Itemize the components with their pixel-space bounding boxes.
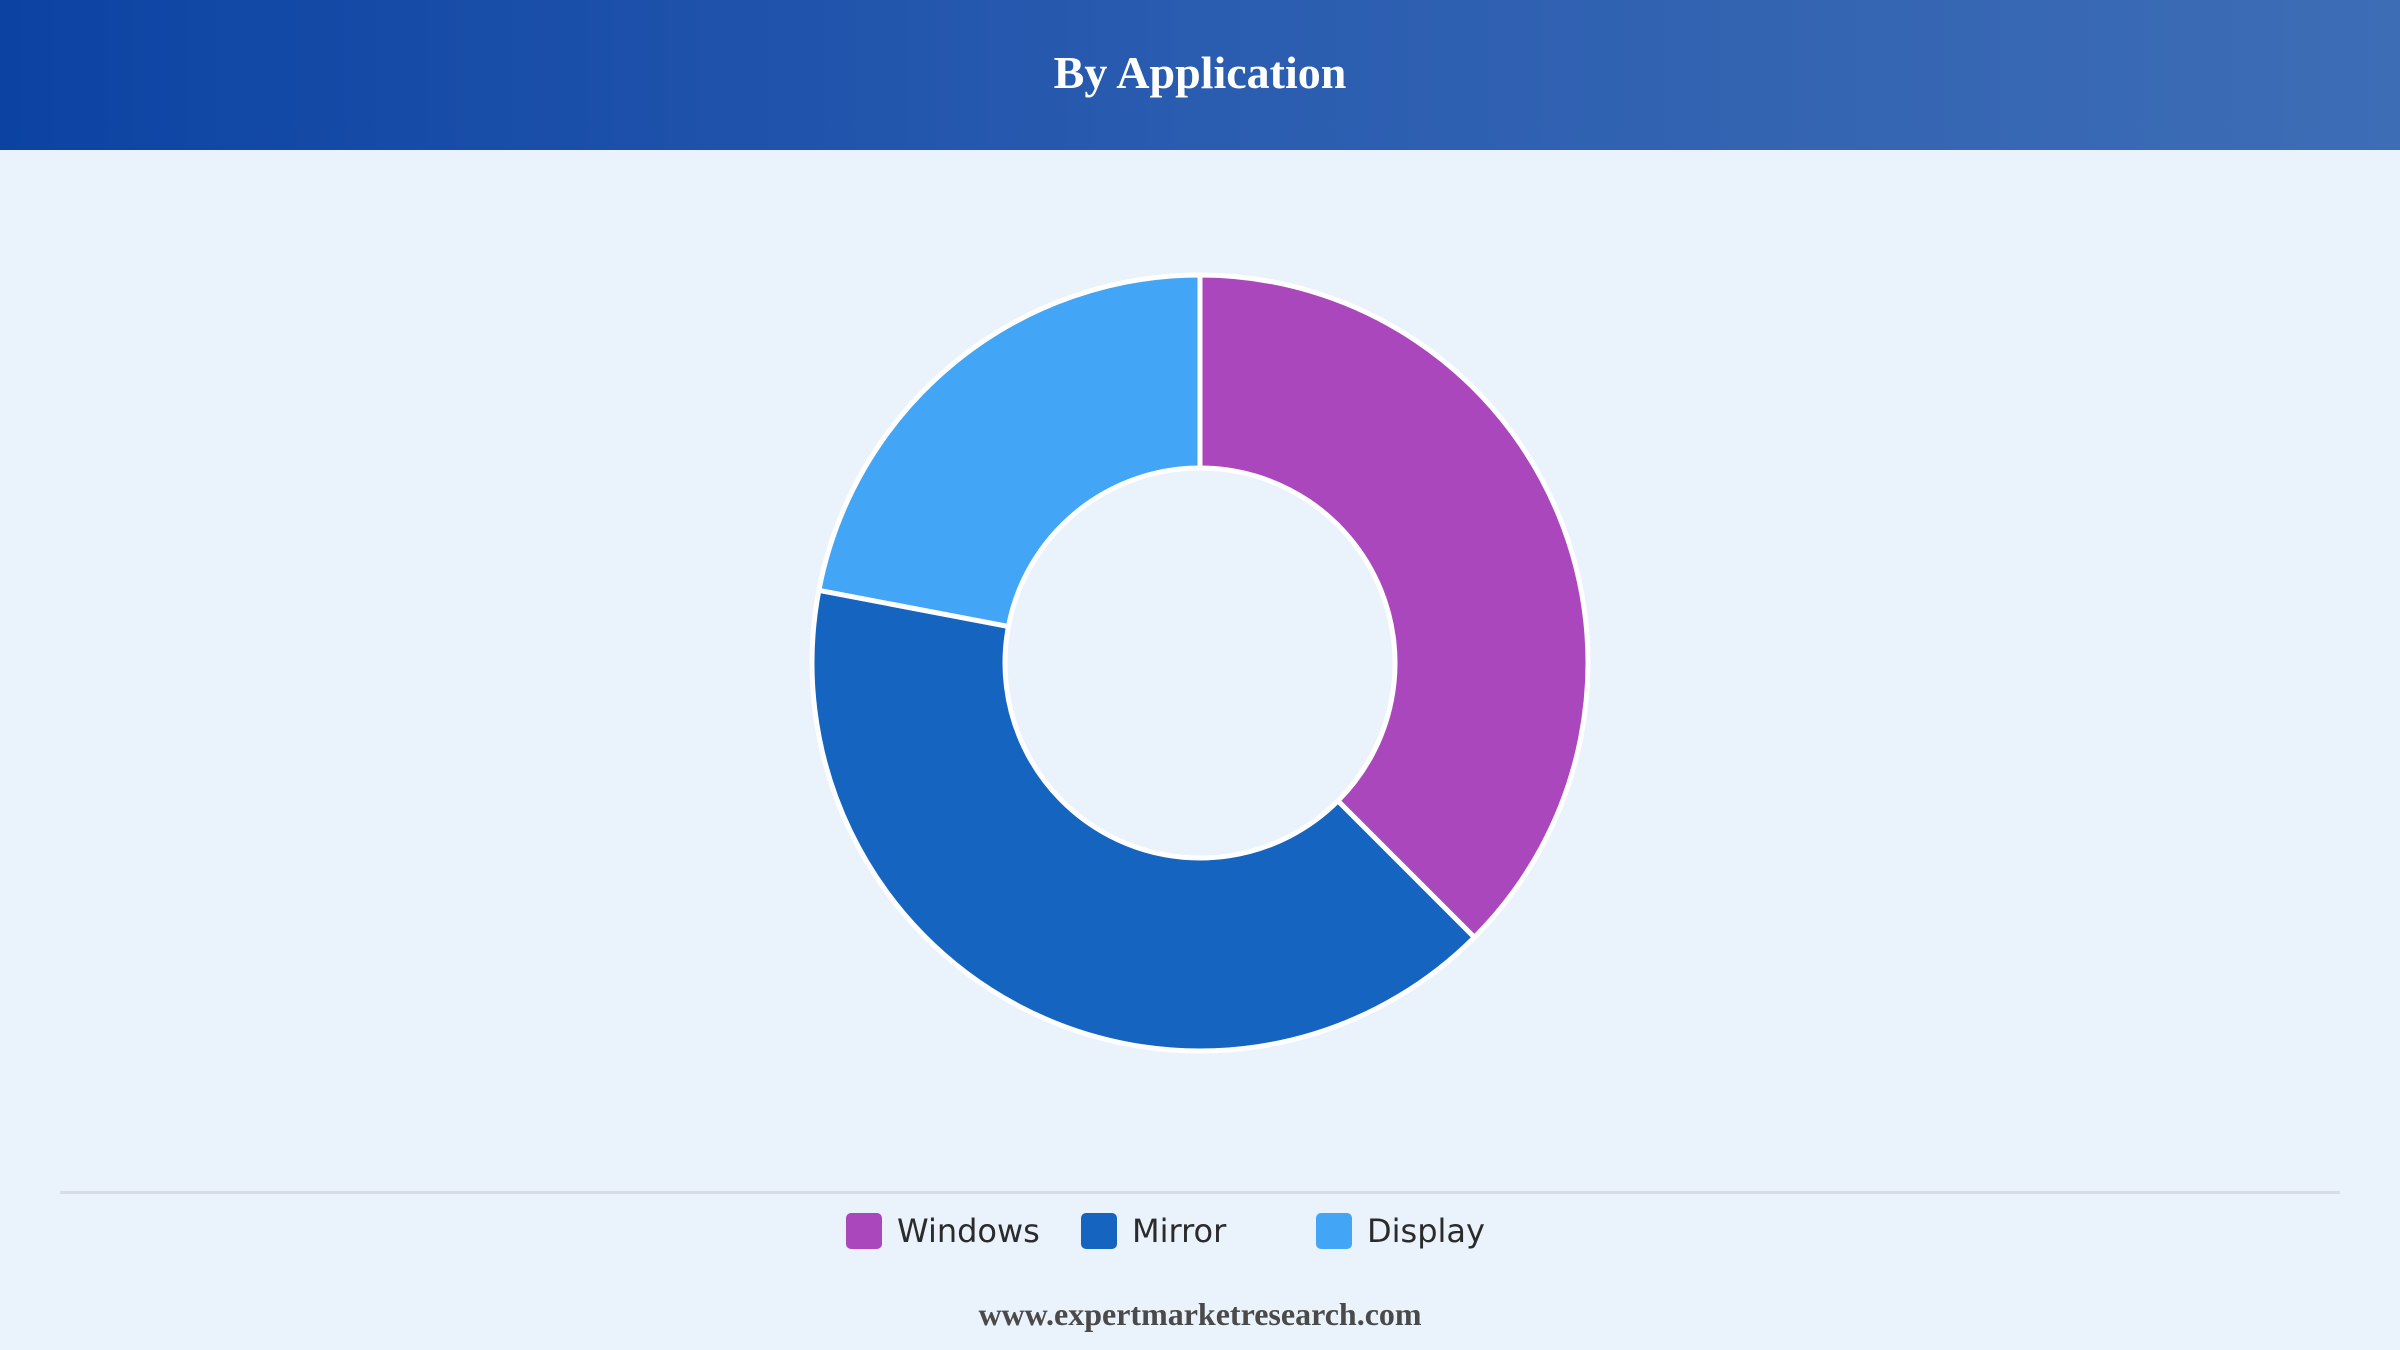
page: By Application Windows Mirror Display ww… xyxy=(0,0,2400,1350)
donut-chart xyxy=(809,272,1591,1054)
legend-label-windows: Windows xyxy=(897,1212,1040,1250)
legend-item-display[interactable]: Display xyxy=(1316,1206,1485,1256)
legend-swatch-display xyxy=(1316,1213,1352,1249)
legend-label-mirror: Mirror xyxy=(1132,1212,1227,1250)
donut-slice-windows[interactable] xyxy=(1197,272,1591,940)
legend-swatch-mirror xyxy=(1081,1213,1117,1249)
chart-title: By Application xyxy=(1053,46,1347,98)
legend-swatch-windows xyxy=(846,1213,882,1249)
header-banner: By Application xyxy=(0,0,2400,150)
legend-item-windows[interactable]: Windows xyxy=(846,1206,1040,1256)
footer-website: www.expertmarketresearch.com xyxy=(978,1296,1422,1332)
legend-divider xyxy=(60,1191,2340,1194)
legend: Windows Mirror Display xyxy=(0,1206,2400,1256)
legend-item-mirror[interactable]: Mirror xyxy=(1081,1206,1226,1256)
donut-slice-display[interactable] xyxy=(816,272,1203,629)
chart-area xyxy=(0,150,2400,1190)
legend-label-display: Display xyxy=(1367,1212,1485,1250)
